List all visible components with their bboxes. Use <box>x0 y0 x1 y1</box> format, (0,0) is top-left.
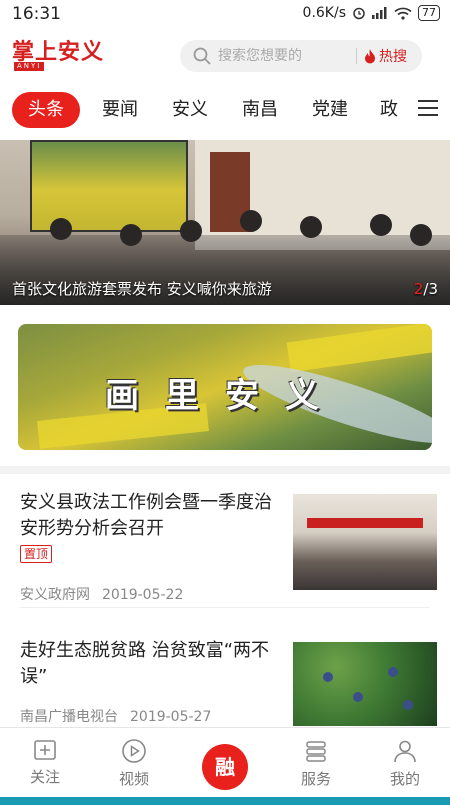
center-button[interactable]: 融 <box>202 744 248 790</box>
alarm-icon <box>353 7 365 20</box>
play-icon <box>122 739 146 763</box>
banner-figure <box>300 216 322 238</box>
thumbnail-berry <box>388 667 398 677</box>
banner-pager: 2/3 <box>414 280 438 298</box>
nav-video[interactable]: 视频 <box>104 738 164 789</box>
news-source: 安义政府网 <box>20 587 90 603</box>
tab-dangjian[interactable]: 党建 <box>308 92 352 128</box>
search-bar[interactable]: 热搜 <box>180 40 422 72</box>
nav-mine[interactable]: 我的 <box>375 738 435 789</box>
nav-service-label: 服务 <box>300 770 331 788</box>
logo-text: 掌上安义 <box>12 39 105 65</box>
news-title: 走好生态脱贫路 治贫致富“两不误” <box>20 640 270 687</box>
news-item[interactable]: 走好生态脱贫路 治贫致富“两不误” 南昌广播电视台 2019-05-27 <box>0 630 450 730</box>
tab-yaowen[interactable]: 要闻 <box>98 92 142 128</box>
banner-image-screen <box>30 140 188 232</box>
battery-icon: 77 <box>418 5 440 21</box>
bottom-nav: 关注 视频 融 服务 我的 <box>0 727 450 797</box>
app-header: 掌上安义 ANYI 热搜 <box>0 32 450 82</box>
gesture-bar <box>0 797 450 805</box>
news-date: 2019-05-22 <box>102 587 184 603</box>
banner-figure <box>50 218 72 240</box>
app-logo[interactable]: 掌上安义 ANYI <box>12 40 112 72</box>
news-date: 2019-05-27 <box>130 709 212 725</box>
promo-title: 画里安义 <box>105 376 345 416</box>
tab-nanchang[interactable]: 南昌 <box>238 92 282 128</box>
status-bar: 16:31 0.6K/s 77 <box>0 0 450 28</box>
signal-icon <box>372 7 387 19</box>
tab-zheng[interactable]: 政 <box>380 92 406 128</box>
news-title: 安义县政法工作例会暨一季度治安形势分析会召开 <box>20 492 272 539</box>
menu-icon[interactable] <box>418 100 438 118</box>
nav-follow-label: 关注 <box>29 768 60 786</box>
promo-field <box>286 324 432 373</box>
wifi-icon <box>394 7 412 20</box>
banner-caption: 首张文化旅游套票发布 安义喊你来旅游 <box>12 280 272 298</box>
pager-total: /3 <box>423 280 438 298</box>
news-thumbnail <box>293 642 437 726</box>
banner-figure <box>410 224 432 246</box>
nav-video-label: 视频 <box>118 770 149 788</box>
banner-figure <box>180 220 202 242</box>
news-item[interactable]: 安义县政法工作例会暨一季度治安形势分析会召开 置顶 安义政府网 2019-05-2… <box>0 484 450 614</box>
category-tabs: 头条 要闻 安义 南昌 党建 政 <box>0 88 450 132</box>
search-input[interactable] <box>218 45 348 67</box>
tab-anyi[interactable]: 安义 <box>168 92 212 128</box>
banner-figure <box>120 224 142 246</box>
news-separator <box>20 607 430 608</box>
service-list-icon <box>306 741 326 762</box>
banner-carousel[interactable]: 首张文化旅游套票发布 安义喊你来旅游 2/3 <box>0 140 450 305</box>
thumbnail-berry <box>323 672 333 682</box>
status-time: 16:31 <box>12 4 61 24</box>
hot-search-label: 热搜 <box>379 49 407 65</box>
tab-toutiao[interactable]: 头条 <box>12 92 80 128</box>
news-meta: 安义政府网 2019-05-22 <box>20 584 183 604</box>
pager-current: 2 <box>413 280 424 298</box>
news-source: 南昌广播电视台 <box>20 709 118 725</box>
logo-subtext: ANYI <box>14 62 45 71</box>
status-icons: 0.6K/s 77 <box>303 5 440 21</box>
search-icon <box>193 47 211 65</box>
nav-mine-label: 我的 <box>389 770 420 788</box>
news-thumbnail <box>293 494 437 590</box>
banner-figure <box>370 214 392 236</box>
thumbnail-banner <box>307 518 423 528</box>
news-meta: 南昌广播电视台 2019-05-27 <box>20 706 211 726</box>
hot-search-button[interactable]: 热搜 <box>364 46 407 66</box>
pinned-badge: 置顶 <box>20 545 53 563</box>
flame-icon <box>365 48 375 63</box>
search-divider <box>356 48 357 64</box>
network-speed: 0.6K/s <box>302 5 346 21</box>
add-follow-icon <box>34 740 56 760</box>
section-divider <box>0 466 450 474</box>
banner-figure <box>240 210 262 232</box>
thumbnail-berry <box>403 700 413 710</box>
promo-banner[interactable]: 画里安义 <box>18 324 432 450</box>
user-icon <box>394 740 416 763</box>
thumbnail-berry <box>353 692 363 702</box>
nav-service[interactable]: 服务 <box>286 738 346 789</box>
nav-follow[interactable]: 关注 <box>15 738 75 787</box>
